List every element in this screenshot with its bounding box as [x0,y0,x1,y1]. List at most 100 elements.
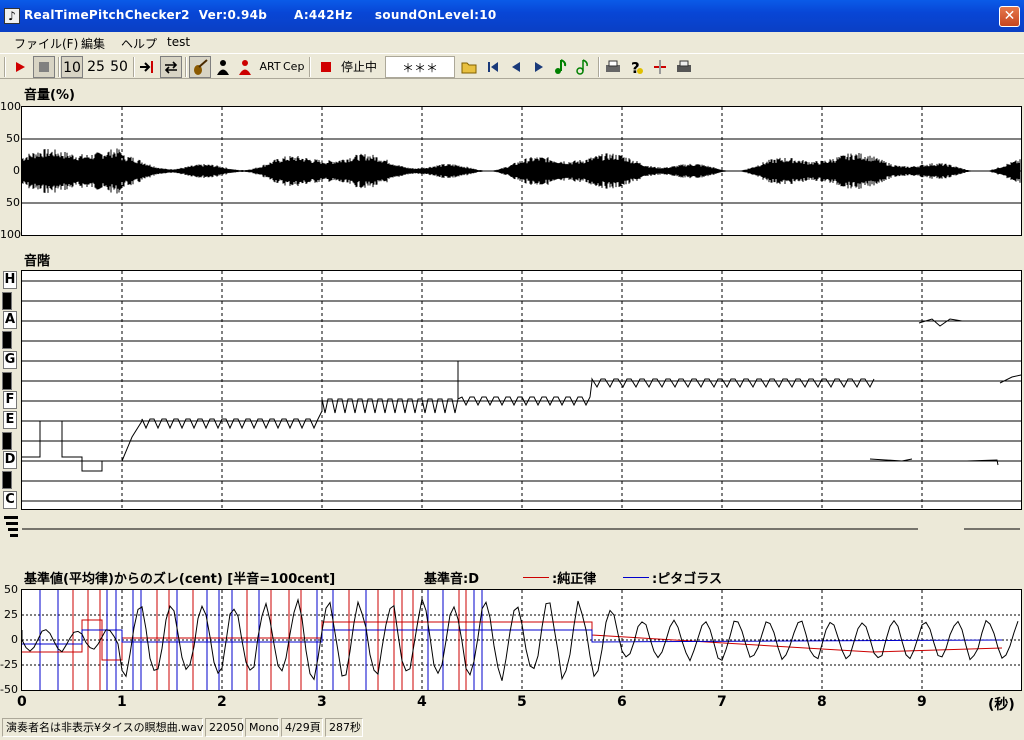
print-setup-button[interactable] [674,56,694,78]
close-button[interactable]: ✕ [999,6,1020,27]
status-filename: 演奏者名は非表示¥タイスの瞑想曲.wav [2,718,203,737]
singer-red-button[interactable] [235,56,255,78]
prev-page-button[interactable] [507,56,525,78]
time-tick: 4 [417,694,427,710]
violin-button[interactable] [189,56,211,78]
base-note-label: 基準音:D [424,572,479,587]
note-label-g: G [3,351,17,369]
volume-tick: 100 [0,100,21,113]
volume-plot[interactable] [21,106,1022,236]
toolbar-separator [598,57,600,77]
scale-title: 音階 [24,254,51,269]
zoom-10-button[interactable]: 10 [61,56,83,78]
stop-button[interactable] [33,56,55,78]
note-label-c: C [3,491,17,509]
music-note-outline-icon [576,59,588,75]
art-button[interactable]: ART [259,56,281,78]
dev-tick: 50 [4,583,18,596]
legend-pyth-swatch [623,577,649,578]
dev-tick: 0 [11,633,18,646]
note-label-h: H [3,271,17,289]
loop-button[interactable] [160,56,182,78]
onset-marker [10,534,18,537]
open-button[interactable] [460,56,480,78]
menu-file[interactable]: ファイル(F) [14,35,78,52]
volume-tick: 50 [6,196,20,209]
help-button[interactable]: ? [626,56,646,78]
app-icon: ♪ [4,8,20,24]
status-page: 4/29頁 [281,718,323,737]
time-tick: 3 [317,694,327,710]
note-green-button[interactable] [552,56,570,78]
dev-tick: -25 [0,658,18,671]
person-icon [217,60,229,75]
pitch-trace-segment [999,374,1022,384]
pitch-trace-segment [918,318,963,327]
volume-waveform [21,107,1021,235]
legend-pyth-label: :ピタゴラス [652,572,722,587]
toolbar: 10 25 50 ART Cep 停止中 ＊＊＊ ? [0,53,1024,79]
first-page-button[interactable] [484,56,502,78]
black-key [2,331,12,349]
marker-icon [654,60,666,74]
black-key [2,471,12,489]
dev-tick: -50 [0,683,18,696]
note-label-a: A [3,311,17,329]
arrow-to-line-icon [140,61,153,73]
stop-icon [39,62,49,72]
note-label-d: D [3,451,17,469]
menu-test[interactable]: test [167,35,190,49]
person-red-icon [239,60,251,75]
violin-icon [194,59,208,75]
note-readout: ＊＊＊ [385,56,455,78]
status-samplerate: 22050 [205,718,244,737]
play-button[interactable] [10,56,30,78]
black-key [2,292,12,310]
cep-button[interactable]: Cep [283,56,304,78]
volume-tick: 0 [13,164,20,177]
onset-marker [4,516,18,519]
volume-waveform-path [21,148,1021,194]
toolbar-grip [4,57,6,77]
onset-marker [6,522,18,525]
record-button[interactable] [316,56,336,78]
time-tick: 1 [117,694,127,710]
skip-back-icon [488,62,498,72]
toolbar-separator [309,57,311,77]
pitch-plot[interactable] [21,270,1022,510]
note-label-e: E [3,411,17,429]
deviation-plot[interactable] [21,589,1022,691]
legend-just-label: :純正律 [552,572,597,587]
time-tick: 2 [217,694,227,710]
toolbar-separator [58,57,60,77]
onset-marker [8,528,18,531]
menu-help[interactable]: ヘルプ [121,35,157,52]
note-label-f: F [3,391,17,409]
pitch-trace [22,271,1022,509]
marker-button[interactable] [650,56,670,78]
deviation-trace [21,590,1021,690]
volume-tick: 50 [6,132,20,145]
volume-title: 音量(%) [24,88,75,103]
status-channels: Mono [245,718,279,737]
time-tick: 6 [617,694,627,710]
folder-open-icon [461,62,477,74]
toolbar-separator [185,57,187,77]
singer-button[interactable] [213,56,233,78]
zoom-50-button[interactable]: 50 [108,56,130,78]
music-note-icon [555,59,567,74]
time-tick: 8 [817,694,827,710]
zoom-25-button[interactable]: 25 [85,56,107,78]
toolbar-separator [133,57,135,77]
dev-tick: 25 [4,608,18,621]
note-outline-button[interactable] [574,56,592,78]
menu-bar: ファイル(F) 編集 ヘルプ test [0,32,1024,52]
menu-edit[interactable]: 編集 [81,35,105,52]
jump-end-button[interactable] [136,56,158,78]
title-bar[interactable]: ♪ RealTimePitchChecker2 Ver:0.94b A:442H… [0,0,1024,32]
record-icon [321,62,331,72]
printer-setup-icon [677,60,691,72]
print-button[interactable] [603,56,623,78]
black-key [2,432,12,450]
next-page-button[interactable] [530,56,548,78]
